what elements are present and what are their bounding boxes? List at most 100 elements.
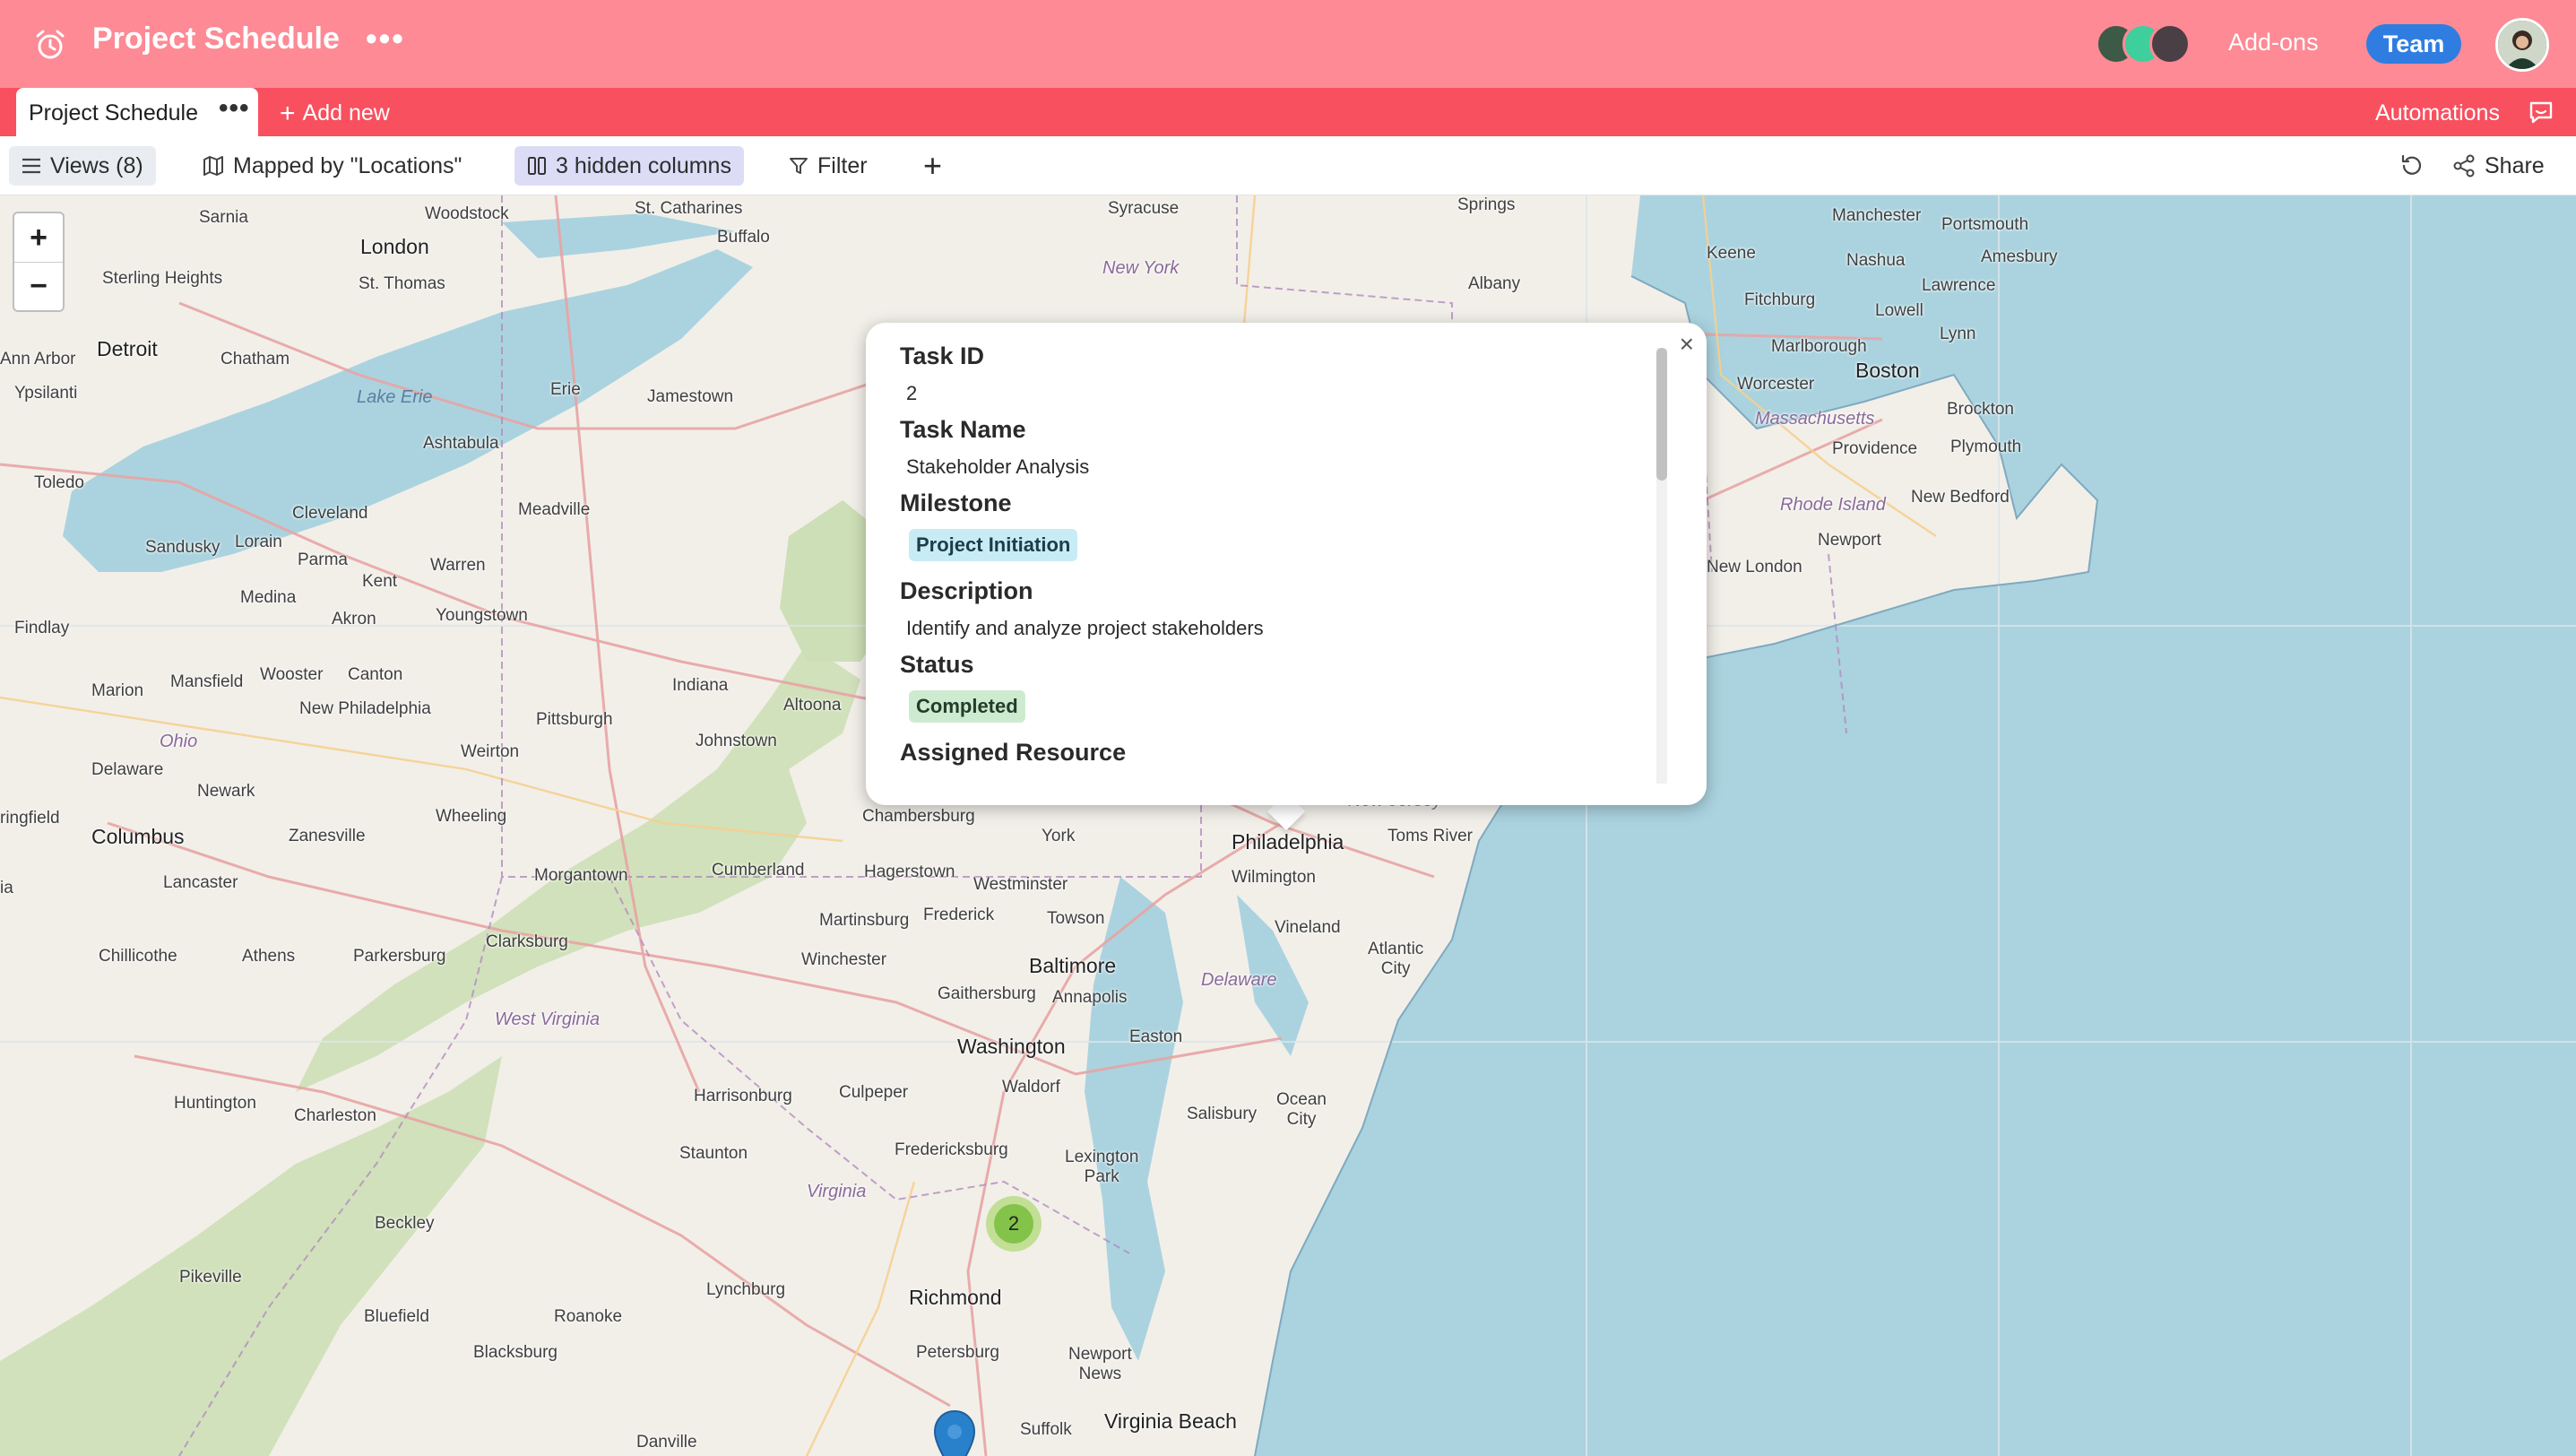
place-label: Ypsilanti <box>14 384 78 403</box>
place-label: Parkersburg <box>353 947 446 966</box>
filter-label: Filter <box>817 152 868 178</box>
place-label: Lake Erie <box>357 387 433 407</box>
place-label: Frederick <box>923 906 995 924</box>
place-label: Akron <box>332 610 376 628</box>
marker-cluster[interactable]: 2 <box>986 1196 1042 1252</box>
views-button[interactable]: Views (8) <box>9 146 156 186</box>
alarm-clock-icon[interactable] <box>32 27 68 63</box>
zoom-in-button[interactable]: + <box>14 213 63 262</box>
place-label: Nashua <box>1846 251 1906 270</box>
place-label: New Bedford <box>1911 488 2010 507</box>
place-label: Sandusky <box>145 538 220 557</box>
place-label: Springs <box>1457 195 1516 214</box>
hidden-columns-button[interactable]: 3 hidden columns <box>514 146 744 186</box>
place-label: Rhode Island <box>1780 495 1886 515</box>
team-button[interactable]: Team <box>2366 24 2461 64</box>
add-new-label: Add new <box>302 100 390 126</box>
field-value-task-id: 2 <box>906 382 918 404</box>
place-label: Ann Arbor <box>0 350 76 368</box>
place-label: Chambersburg <box>862 807 975 826</box>
place-label: New York <box>1102 258 1180 278</box>
comment-icon[interactable] <box>2528 99 2554 126</box>
place-label: Manchester <box>1832 206 1922 225</box>
user-avatar[interactable] <box>2495 18 2549 72</box>
hidden-columns-label: 3 hidden columns <box>556 152 731 178</box>
filter-icon <box>790 158 808 174</box>
place-label: Delaware <box>1201 970 1277 990</box>
place-label: Brockton <box>1947 400 2014 419</box>
place-label: Sarnia <box>199 208 248 227</box>
place-label: York <box>1042 827 1076 845</box>
place-label: Suffolk <box>1020 1420 1072 1439</box>
field-label-status: Status <box>900 651 974 678</box>
place-label: Ashtabula <box>423 434 499 453</box>
place-label: Jamestown <box>647 387 734 406</box>
place-label: London <box>360 235 429 258</box>
place-label: Providence <box>1832 439 1918 458</box>
place-label: Blacksburg <box>473 1343 558 1362</box>
place-label: Petersburg <box>916 1343 999 1362</box>
place-label: Buffalo <box>717 228 770 247</box>
place-label: Johnstown <box>696 732 777 750</box>
field-label-description: Description <box>900 577 1033 604</box>
place-label: Kent <box>362 572 398 591</box>
field-label-assigned-resource: Assigned Resource <box>900 739 1127 766</box>
place-label: Virginia Beach <box>1104 1409 1237 1433</box>
place-label: Lynchburg <box>706 1280 786 1299</box>
location-pin-icon[interactable] <box>932 1409 977 1456</box>
more-dots-icon[interactable]: ••• <box>366 20 405 57</box>
place-label: Ocean City <box>1276 1090 1327 1129</box>
mapped-by-button[interactable]: Mapped by "Locations" <box>190 146 474 186</box>
add-new-tab-button[interactable]: + Add new <box>280 99 390 129</box>
place-label: Staunton <box>679 1144 748 1163</box>
menu-icon <box>22 158 40 174</box>
place-label: Warren <box>430 556 486 575</box>
tab-options-icon[interactable]: ••• <box>219 93 250 124</box>
place-label: Weirton <box>461 742 520 761</box>
close-icon[interactable]: × <box>1680 330 1694 359</box>
place-label: Wheeling <box>436 807 507 826</box>
place-label: Chatham <box>220 350 290 368</box>
place-label: Lynn <box>1940 325 1976 343</box>
share-button[interactable]: Share <box>2440 146 2557 186</box>
columns-icon <box>528 157 546 175</box>
field-label-milestone: Milestone <box>900 490 1012 516</box>
place-label: Zanesville <box>289 827 366 845</box>
tab-project-schedule[interactable]: Project Schedule ••• <box>16 88 258 136</box>
place-label: Indiana <box>672 676 729 695</box>
place-label: Syracuse <box>1108 199 1180 218</box>
collaborator-avatars[interactable] <box>2096 23 2194 65</box>
filter-button[interactable]: Filter <box>776 146 880 186</box>
place-label: Medina <box>240 588 297 607</box>
place-label: Richmond <box>909 1286 1002 1309</box>
place-label: Vineland <box>1275 918 1341 937</box>
place-label: Boston <box>1855 359 1920 382</box>
place-label: Cleveland <box>292 504 368 523</box>
place-label: Winchester <box>801 950 887 969</box>
place-label: Harrisonburg <box>694 1087 792 1105</box>
place-label: Newport <box>1818 531 1881 550</box>
place-label: Ohio <box>160 732 198 751</box>
zoom-out-button[interactable]: − <box>14 262 63 310</box>
field-value-task-name: Stakeholder Analysis <box>906 455 1090 478</box>
place-label: Lancaster <box>163 873 238 892</box>
field-label-task-id: Task ID <box>900 342 985 369</box>
place-label: Fitchburg <box>1744 290 1816 309</box>
history-icon[interactable] <box>2391 146 2442 186</box>
addons-link[interactable]: Add-ons <box>2228 29 2319 56</box>
place-label: Easton <box>1129 1027 1183 1046</box>
place-label: Lowell <box>1875 301 1923 320</box>
popup-scrollbar-thumb[interactable] <box>1656 348 1667 481</box>
place-label: Huntington <box>174 1094 256 1113</box>
milestone-tag: Project Initiation <box>909 529 1078 561</box>
place-label: Findlay <box>14 619 70 637</box>
page-title[interactable]: Project Schedule <box>92 22 340 56</box>
place-label: Cumberland <box>712 861 805 880</box>
place-label: Roanoke <box>554 1307 623 1326</box>
place-label: Marlborough <box>1771 337 1867 356</box>
automations-button[interactable]: Automations <box>2375 100 2500 126</box>
place-label: Toledo <box>34 473 84 492</box>
place-label: Chillicothe <box>99 947 177 966</box>
add-view-option-button[interactable]: + <box>916 146 949 186</box>
place-label: Delaware <box>91 760 164 779</box>
